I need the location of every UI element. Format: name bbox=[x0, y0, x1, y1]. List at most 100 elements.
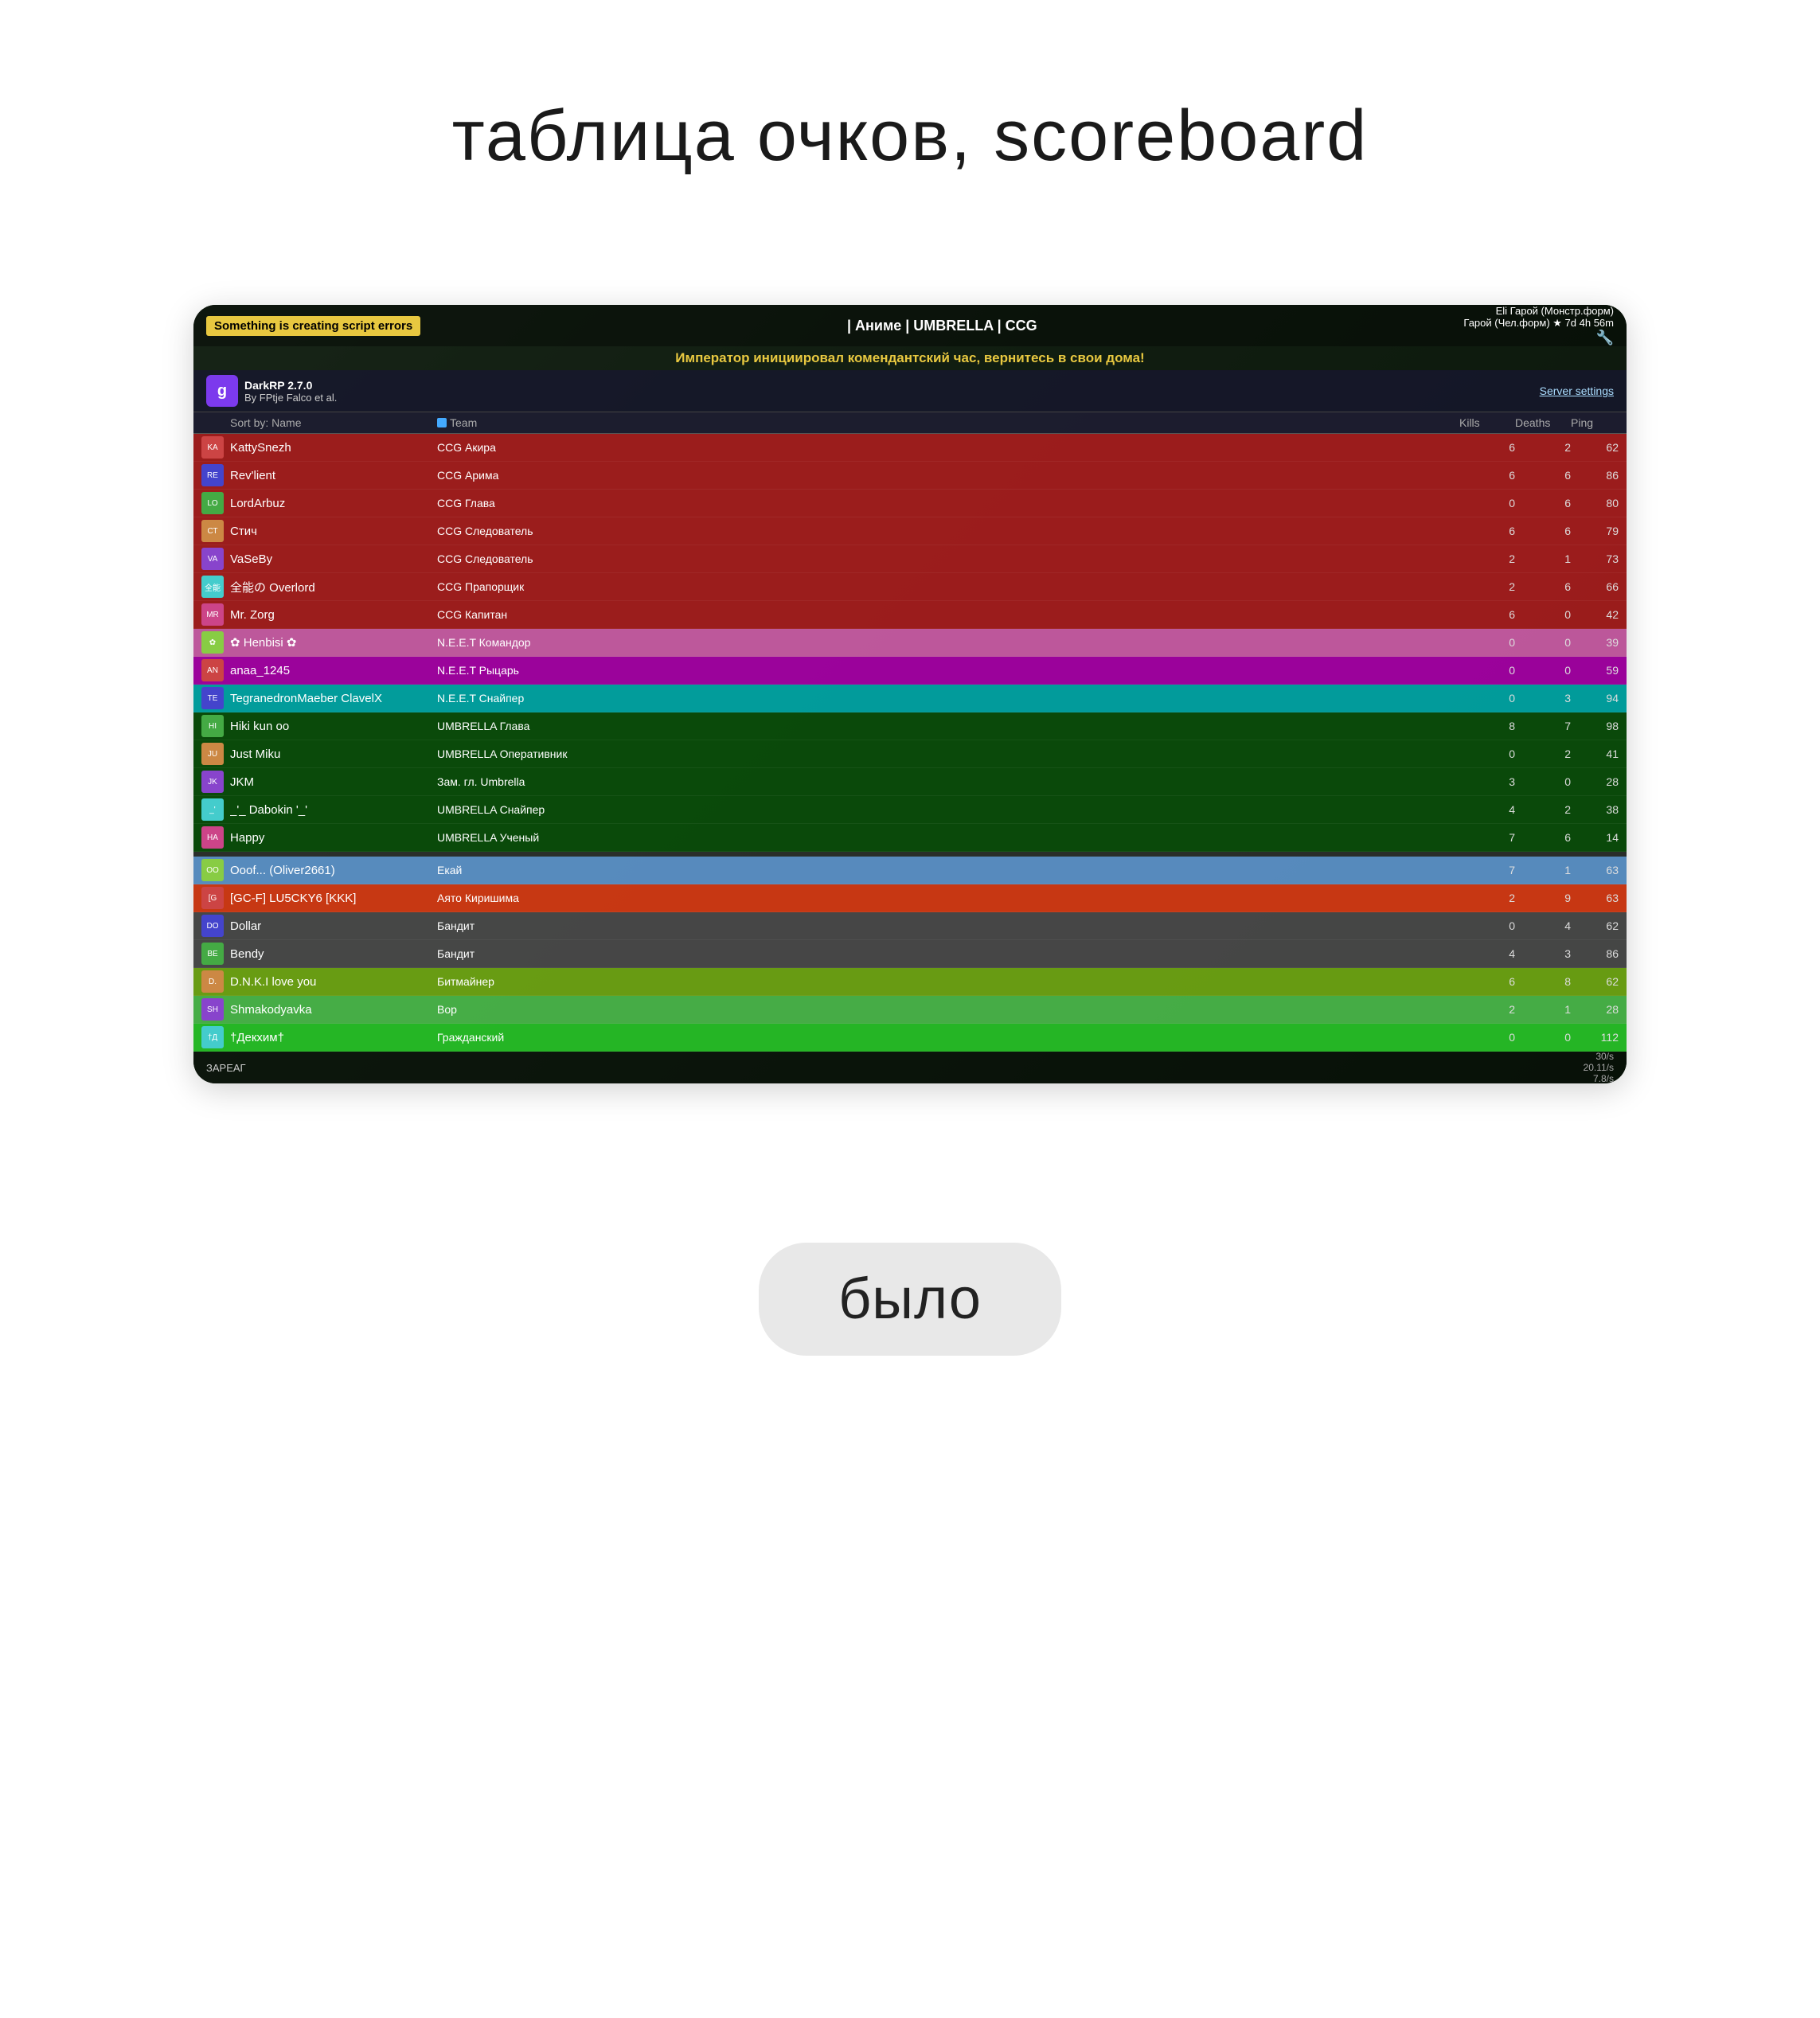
darkrp-logo-icon: g bbox=[206, 375, 238, 407]
player-name: Bendy bbox=[230, 947, 437, 961]
player-ping: 62 bbox=[1571, 919, 1619, 932]
table-row: †Д †Декхим† Гражданский 0 0 112 bbox=[193, 1024, 1627, 1052]
table-row: BE Bendy Бандит 4 3 86 bbox=[193, 940, 1627, 968]
player-name: Shmakodyavka bbox=[230, 1003, 437, 1017]
player-avatar: СТ bbox=[201, 520, 224, 542]
player-avatar: [G bbox=[201, 887, 224, 909]
player-deaths: 9 bbox=[1515, 892, 1571, 904]
player-deaths: 4 bbox=[1515, 919, 1571, 932]
player-ping: 80 bbox=[1571, 497, 1619, 509]
player-team: Бандит bbox=[437, 919, 1459, 932]
wrench-icon: 🔧 bbox=[1596, 330, 1614, 346]
player-avatar: JK bbox=[201, 771, 224, 793]
player-name: D.N.K.I love you bbox=[230, 975, 437, 989]
server-settings-button[interactable]: Server settings bbox=[1540, 384, 1614, 397]
table-row: TE TegranedronMaeber ClavelX N.E.E.T Сна… bbox=[193, 685, 1627, 712]
col-sort-name[interactable]: Sort by: Name bbox=[230, 416, 437, 429]
table-row: [G [GC-F] LU5CKY6 [KKK] Аято Киришима 2 … bbox=[193, 884, 1627, 912]
player-ping: 86 bbox=[1571, 469, 1619, 482]
player-kills: 0 bbox=[1459, 747, 1515, 760]
player-ping: 98 bbox=[1571, 720, 1619, 732]
table-row: _' _'_ Dabokin '_' UMBRELLA Снайпер 4 2 … bbox=[193, 796, 1627, 824]
player-avatar: RE bbox=[201, 464, 224, 486]
table-row: SH Shmakodyavka Вор 2 1 28 bbox=[193, 996, 1627, 1024]
player-team: CCG Арима bbox=[437, 469, 1459, 482]
player-team: Зам. гл. Umbrella bbox=[437, 775, 1459, 788]
player-name: _'_ Dabokin '_' bbox=[230, 803, 437, 817]
table-row: СТ Стич CCG Следователь 6 6 79 bbox=[193, 517, 1627, 545]
player-name: Стич bbox=[230, 525, 437, 538]
player-rows: KA KattySnezh CCG Акира 6 2 62 RE Rev'li… bbox=[193, 434, 1627, 1052]
col-kills-header: Kills bbox=[1459, 416, 1515, 429]
table-row: MR Mr. Zorg CCG Капитан 6 0 42 bbox=[193, 601, 1627, 629]
player-avatar: JU bbox=[201, 743, 224, 765]
player-ping: 73 bbox=[1571, 552, 1619, 565]
player-deaths: 0 bbox=[1515, 608, 1571, 621]
top-right-info: Eli Гарой (Монстр.форм) Гарой (Чел.форм)… bbox=[1463, 305, 1614, 346]
player-name: Mr. Zorg bbox=[230, 608, 437, 622]
player-team: Екай bbox=[437, 864, 1459, 876]
player-team: Битмайнер bbox=[437, 975, 1459, 988]
player-deaths: 3 bbox=[1515, 947, 1571, 960]
table-row: VA VaSeBy CCG Следователь 2 1 73 bbox=[193, 545, 1627, 573]
bylo-button[interactable]: было bbox=[759, 1243, 1061, 1356]
player-name: TegranedronMaeber ClavelX bbox=[230, 692, 437, 705]
page-title: таблица очков, scoreboard bbox=[452, 96, 1369, 178]
table-row: KA KattySnezh CCG Акира 6 2 62 bbox=[193, 434, 1627, 462]
hero-info: Eli Гарой (Монстр.форм) bbox=[1496, 305, 1614, 317]
player-name: Happy bbox=[230, 831, 437, 845]
game-content: Something is creating script errors | Ан… bbox=[193, 305, 1627, 1083]
scoreboard-header: Sort by: Name Team Kills Deaths Ping bbox=[193, 412, 1627, 434]
player-team: CCG Акира bbox=[437, 441, 1459, 454]
darkrp-header: g DarkRP 2.7.0 By FPtje Falco et al. Ser… bbox=[193, 370, 1627, 412]
team-dot-icon bbox=[437, 418, 447, 427]
player-deaths: 0 bbox=[1515, 664, 1571, 677]
table-row: ✿ ✿ Henbisi ✿ N.E.E.T Командор 0 0 39 bbox=[193, 629, 1627, 657]
player-avatar: BE bbox=[201, 943, 224, 965]
player-ping: 28 bbox=[1571, 775, 1619, 788]
player-avatar: OO bbox=[201, 859, 224, 881]
player-deaths: 1 bbox=[1515, 1003, 1571, 1016]
player-name: Just Miku bbox=[230, 747, 437, 761]
player-kills: 2 bbox=[1459, 892, 1515, 904]
table-row: JU Just Miku UMBRELLA Оперативник 0 2 41 bbox=[193, 740, 1627, 768]
player-deaths: 6 bbox=[1515, 525, 1571, 537]
player-avatar: _' bbox=[201, 798, 224, 821]
player-ping: 41 bbox=[1571, 747, 1619, 760]
player-avatar: TE bbox=[201, 687, 224, 709]
hero-sub: Гарой (Чел.форм) ★ 7d 4h 56m bbox=[1463, 317, 1614, 330]
player-name: Dollar bbox=[230, 919, 437, 933]
hud-right: 30/s 20.11/s 7.8/s bbox=[1584, 1051, 1614, 1083]
player-deaths: 6 bbox=[1515, 469, 1571, 482]
player-team: CCG Капитан bbox=[437, 608, 1459, 621]
player-name: Hiki kun oo bbox=[230, 720, 437, 733]
player-deaths: 0 bbox=[1515, 775, 1571, 788]
player-name: [GC-F] LU5CKY6 [KKK] bbox=[230, 892, 437, 905]
table-row: JK JKM Зам. гл. Umbrella 3 0 28 bbox=[193, 768, 1627, 796]
player-avatar: HI bbox=[201, 715, 224, 737]
player-kills: 2 bbox=[1459, 580, 1515, 593]
player-kills: 0 bbox=[1459, 919, 1515, 932]
player-avatar: LO bbox=[201, 492, 224, 514]
player-ping: 38 bbox=[1571, 803, 1619, 816]
table-row: HA Happy UMBRELLA Ученый 7 6 14 bbox=[193, 824, 1627, 852]
announcement-text: Император инициировал комендантский час,… bbox=[675, 350, 1144, 365]
player-name: 全能の Overlord bbox=[230, 579, 437, 595]
player-kills: 6 bbox=[1459, 608, 1515, 621]
scoreboard: Sort by: Name Team Kills Deaths Ping KA … bbox=[193, 412, 1627, 1052]
player-deaths: 1 bbox=[1515, 864, 1571, 876]
announcement-bar: Император инициировал комендантский час,… bbox=[193, 346, 1627, 370]
player-ping: 39 bbox=[1571, 636, 1619, 649]
player-team: N.E.E.T Рыцарь bbox=[437, 664, 1459, 677]
player-deaths: 0 bbox=[1515, 636, 1571, 649]
player-kills: 6 bbox=[1459, 441, 1515, 454]
player-avatar: D. bbox=[201, 970, 224, 993]
player-deaths: 1 bbox=[1515, 552, 1571, 565]
player-kills: 0 bbox=[1459, 692, 1515, 705]
player-name: KattySnezh bbox=[230, 441, 437, 455]
sort-by-label: Sort by: bbox=[230, 416, 268, 429]
player-deaths: 8 bbox=[1515, 975, 1571, 988]
player-kills: 7 bbox=[1459, 864, 1515, 876]
table-row: DO Dollar Бандит 0 4 62 bbox=[193, 912, 1627, 940]
server-name: | Аниме | UMBRELLA | CCG bbox=[847, 318, 1037, 334]
